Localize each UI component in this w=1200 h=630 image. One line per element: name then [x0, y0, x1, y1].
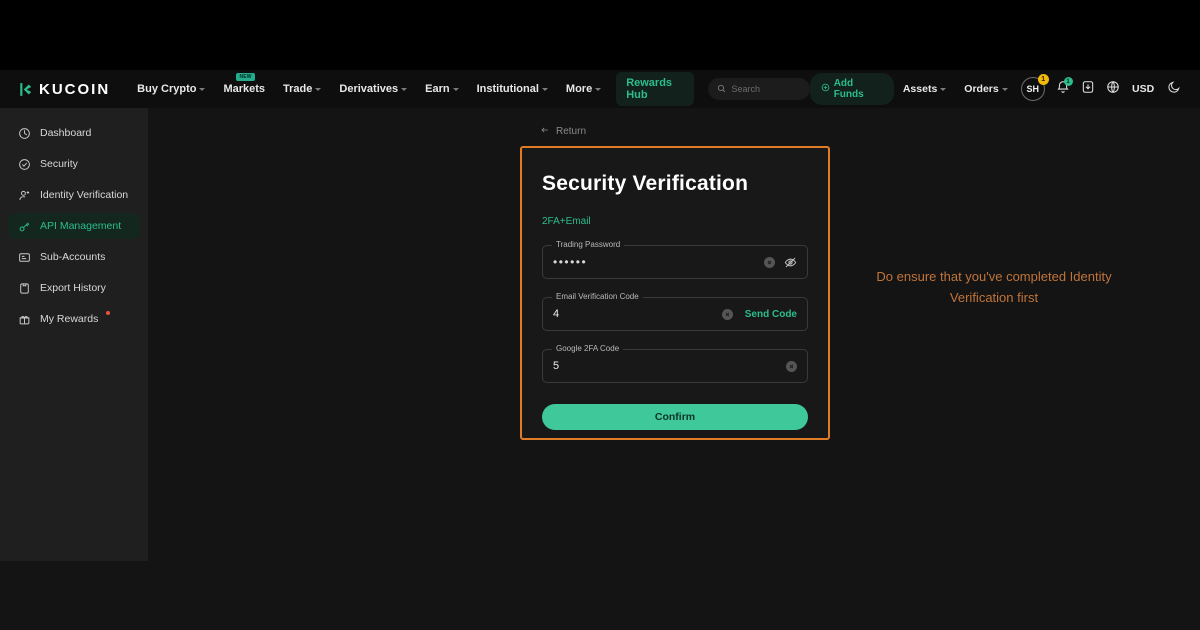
send-code-button[interactable]: Send Code: [745, 309, 797, 320]
sidebar-item-my-rewards[interactable]: My Rewards: [8, 306, 140, 332]
user-check-icon: [18, 189, 31, 202]
rewards-hub-button[interactable]: Rewards Hub: [616, 72, 695, 106]
google-2fa-code-field[interactable]: Google 2FA Code 5: [542, 344, 808, 383]
add-funds-icon: [821, 83, 830, 95]
api-key-icon: [18, 220, 31, 233]
nav-links: Buy Crypto NEW Markets Trade Derivatives…: [128, 70, 695, 108]
search-box[interactable]: Search: [708, 78, 810, 100]
export-icon: [18, 282, 31, 295]
return-link[interactable]: Return: [540, 125, 586, 138]
nav-item-earn[interactable]: Earn: [416, 70, 467, 108]
sidebar-item-label: Security: [40, 158, 78, 170]
chevron-down-icon: [199, 88, 206, 91]
google-2fa-code-label: Google 2FA Code: [552, 344, 624, 353]
notification-count-badge: 1: [1063, 77, 1073, 86]
email-verification-code-field[interactable]: Email Verification Code 4 Send Code: [542, 292, 808, 331]
chevron-down-icon: [1001, 88, 1008, 91]
eye-off-icon[interactable]: [784, 256, 797, 269]
sidebar-item-dashboard[interactable]: Dashboard: [8, 120, 140, 146]
top-right-actions: Add Funds Assets Orders SH 1 1 USD: [809, 70, 1200, 108]
sidebar-item-label: My Rewards: [40, 313, 99, 325]
sidebar-item-export-history[interactable]: Export History: [8, 275, 140, 301]
shield-check-icon: [18, 158, 31, 171]
assets-label: Assets: [902, 83, 938, 95]
theme-toggle-button[interactable]: [1161, 70, 1186, 108]
download-icon: [1081, 80, 1095, 99]
currency-selector[interactable]: USD: [1125, 83, 1161, 95]
new-indicator-dot: [106, 311, 111, 315]
sidebar-item-label: API Management: [40, 220, 122, 232]
sidebar-item-security[interactable]: Security: [8, 151, 140, 177]
chevron-down-icon: [940, 88, 947, 91]
nav-item-institutional[interactable]: Institutional: [468, 70, 557, 108]
nav-item-label: Buy Crypto: [137, 83, 197, 95]
email-verification-code-value: 4: [553, 308, 560, 320]
nav-item-label: More: [565, 83, 593, 95]
nav-item-derivatives[interactable]: Derivatives: [330, 70, 416, 108]
sidebar-item-identity-verification[interactable]: Identity Verification: [8, 182, 140, 208]
sidebar-item-label: Identity Verification: [40, 189, 129, 201]
download-app-button[interactable]: [1076, 70, 1101, 108]
assets-menu[interactable]: Assets: [894, 70, 955, 108]
chevron-down-icon: [315, 88, 322, 91]
sidebar-item-label: Export History: [40, 282, 106, 294]
nav-item-label: Markets: [223, 83, 266, 95]
trading-password-value: ••••••: [553, 255, 588, 269]
dashboard-icon: [18, 127, 31, 140]
top-navigation-bar: KUCOIN Buy Crypto NEW Markets Trade Deri…: [0, 70, 1200, 108]
trading-password-label: Trading Password: [552, 240, 625, 249]
sidebar-item-label: Dashboard: [40, 127, 92, 139]
sidebar-item-sub-accounts[interactable]: Sub-Accounts: [8, 244, 140, 270]
confirm-button[interactable]: Confirm: [542, 404, 808, 430]
screenshot-frame: KUCOIN Buy Crypto NEW Markets Trade Deri…: [0, 0, 1200, 630]
trading-password-field[interactable]: Trading Password ••••••: [542, 240, 808, 279]
nav-item-markets[interactable]: NEW Markets: [214, 70, 274, 108]
nav-item-label: Institutional: [476, 83, 539, 95]
email-verification-code-label: Email Verification Code: [552, 292, 643, 301]
nav-item-label: Derivatives: [339, 83, 399, 95]
avatar-notification-badge: 1: [1037, 74, 1049, 85]
nav-item-more[interactable]: More: [557, 70, 610, 108]
sidebar-item-api-management[interactable]: API Management: [8, 213, 140, 239]
notifications-button[interactable]: 1: [1051, 70, 1076, 108]
sidebar-item-label: Sub-Accounts: [40, 251, 106, 263]
add-funds-label: Add Funds: [833, 78, 864, 100]
google-2fa-code-value: 5: [553, 360, 560, 372]
kucoin-logo[interactable]: KUCOIN: [16, 81, 110, 98]
gift-icon: [18, 313, 31, 326]
page-title: Security Verification: [542, 172, 749, 195]
new-badge: NEW: [236, 73, 255, 81]
globe-icon: [1106, 80, 1120, 99]
sub-accounts-icon: [18, 251, 31, 264]
chevron-down-icon: [452, 88, 459, 91]
add-funds-button[interactable]: Add Funds: [809, 73, 894, 105]
nav-item-label: Trade: [283, 83, 313, 95]
search-placeholder: Search: [731, 84, 760, 94]
return-label: Return: [556, 126, 587, 137]
chevron-down-icon: [541, 88, 548, 91]
search-icon: [717, 80, 726, 98]
orders-menu[interactable]: Orders: [955, 70, 1016, 108]
kucoin-logo-text: KUCOIN: [39, 80, 111, 98]
arrow-left-icon: [540, 125, 550, 138]
chevron-down-icon: [401, 88, 408, 91]
orders-label: Orders: [964, 83, 999, 95]
avatar[interactable]: SH 1: [1020, 74, 1049, 101]
clear-icon[interactable]: [764, 256, 775, 268]
kucoin-logo-icon: [16, 81, 33, 98]
nav-item-trade[interactable]: Trade: [274, 70, 330, 108]
chevron-down-icon: [595, 88, 602, 91]
nav-item-label: Earn: [425, 83, 450, 95]
moon-icon: [1167, 80, 1181, 99]
nav-item-buy-crypto[interactable]: Buy Crypto: [128, 70, 214, 108]
language-button[interactable]: [1100, 70, 1125, 108]
clear-icon[interactable]: [786, 360, 797, 372]
verification-method-label: 2FA+Email: [542, 216, 591, 227]
sidebar: Dashboard Security Identity Verification: [0, 108, 148, 561]
security-verification-card: Security Verification 2FA+Email Trading …: [520, 146, 830, 440]
annotation-text: Do ensure that you've completed Identity…: [876, 269, 1112, 305]
clear-icon[interactable]: [721, 308, 733, 320]
